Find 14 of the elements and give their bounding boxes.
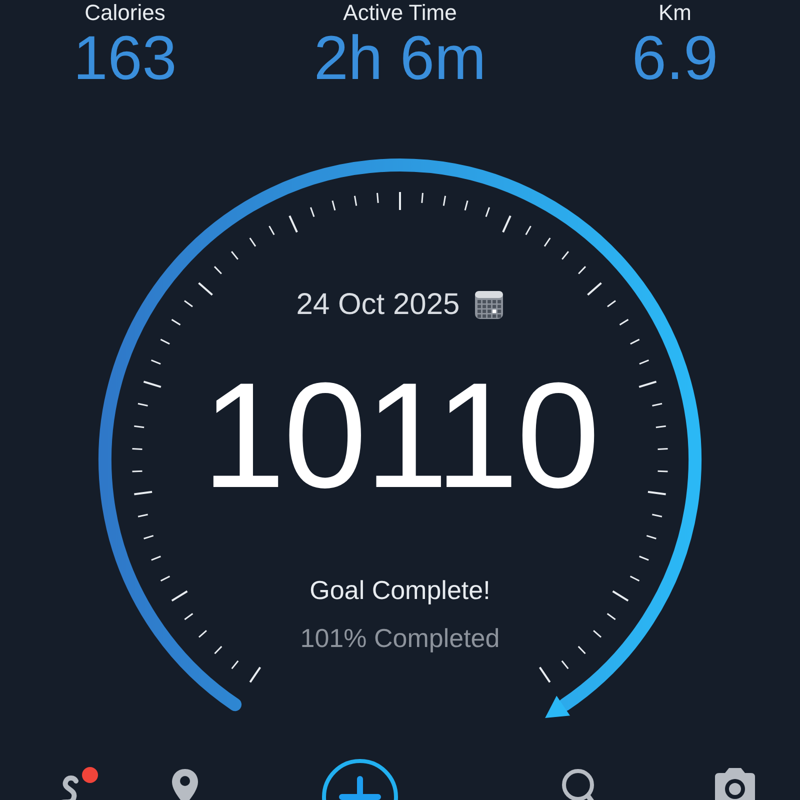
camera-icon[interactable] (713, 767, 757, 800)
stat-label: Km (658, 0, 692, 26)
date-label: 24 Oct 2025 (296, 287, 460, 323)
stat-value: 163 (73, 26, 177, 92)
progress-text: 101% Completed (300, 622, 500, 655)
calendar-icon[interactable] (474, 290, 504, 320)
stat-value: 6.9 (632, 26, 718, 92)
step-count: 10110 (202, 350, 598, 521)
stat-value: 2h 6m (314, 26, 486, 92)
arrowhead-icon (545, 696, 570, 718)
location-pin-icon[interactable] (170, 767, 200, 800)
stat-label: Active Time (343, 0, 457, 26)
goal-message: Goal Complete! (310, 574, 490, 607)
stat-label: Calories (84, 0, 166, 26)
